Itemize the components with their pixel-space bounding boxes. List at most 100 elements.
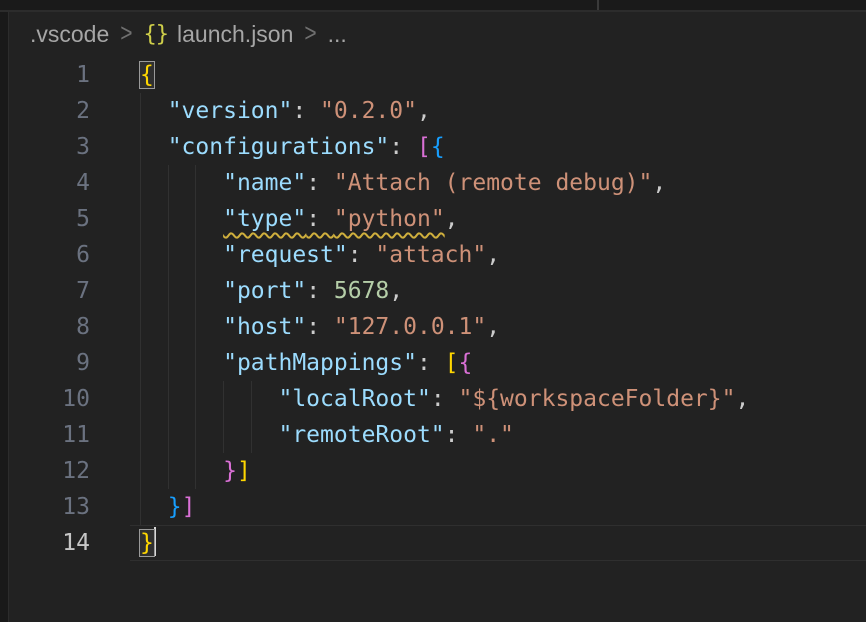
line-number[interactable]: 9 bbox=[10, 345, 90, 381]
line-number[interactable]: 3 bbox=[10, 129, 90, 165]
code-token: { bbox=[459, 350, 473, 376]
code-token bbox=[140, 278, 223, 304]
code-editor[interactable]: 1{2 "version": "0.2.0",3 "configurations… bbox=[10, 57, 866, 561]
breadcrumb-symbol-label: ... bbox=[328, 21, 347, 48]
code-token: : bbox=[417, 350, 445, 376]
code-line-content: "pathMappings": [{ bbox=[130, 345, 866, 381]
sidebar-edge bbox=[0, 12, 9, 622]
code-token: : bbox=[306, 206, 334, 232]
indent-guide bbox=[195, 237, 196, 273]
code-token: "127.0.0.1" bbox=[334, 314, 486, 340]
matched-bracket: } bbox=[140, 530, 154, 556]
code-token: : bbox=[445, 422, 473, 448]
code-token: : bbox=[306, 170, 334, 196]
indent-guide bbox=[251, 417, 252, 453]
breadcrumb-item-file[interactable]: {} launch.json bbox=[144, 21, 294, 48]
code-token: , bbox=[735, 386, 749, 412]
indent-guide bbox=[195, 165, 196, 201]
code-token: "type" bbox=[223, 206, 306, 232]
indent-guide bbox=[168, 237, 169, 273]
code-line: 12 }] bbox=[10, 453, 866, 489]
indent-guide bbox=[140, 165, 141, 201]
code-token: "host" bbox=[223, 314, 306, 340]
code-token: , bbox=[652, 170, 666, 196]
line-number[interactable]: 7 bbox=[10, 273, 90, 309]
code-token: "remoteRoot" bbox=[278, 422, 444, 448]
line-number[interactable]: 1 bbox=[10, 57, 90, 93]
code-token: "request" bbox=[223, 242, 348, 268]
line-number[interactable]: 4 bbox=[10, 165, 90, 201]
code-line-content: "version": "0.2.0", bbox=[130, 93, 866, 129]
breadcrumb-item-folder[interactable]: .vscode bbox=[30, 21, 109, 48]
code-line: 4 "name": "Attach (remote debug)", bbox=[10, 165, 866, 201]
code-line-content: "type": "python", bbox=[130, 201, 866, 237]
code-token bbox=[140, 458, 223, 484]
line-number[interactable]: 8 bbox=[10, 309, 90, 345]
line-number[interactable]: 11 bbox=[10, 417, 90, 453]
code-line: 6 "request": "attach", bbox=[10, 237, 866, 273]
code-line-content: "remoteRoot": "." bbox=[130, 417, 866, 453]
code-token bbox=[140, 314, 223, 340]
code-line: 11 "remoteRoot": "." bbox=[10, 417, 866, 453]
indent-guide bbox=[140, 381, 141, 417]
code-token: 5678 bbox=[334, 278, 389, 304]
indent-guide bbox=[140, 237, 141, 273]
code-line-content: } bbox=[130, 525, 866, 561]
code-token: } bbox=[223, 458, 237, 484]
code-token: ] bbox=[182, 494, 196, 520]
indent-guide bbox=[168, 273, 169, 309]
indent-guide bbox=[223, 417, 224, 453]
indent-guide bbox=[195, 345, 196, 381]
code-token: : bbox=[431, 386, 459, 412]
code-token bbox=[140, 170, 223, 196]
code-line: 8 "host": "127.0.0.1", bbox=[10, 309, 866, 345]
breadcrumb-folder-label: .vscode bbox=[30, 21, 109, 48]
line-number[interactable]: 6 bbox=[10, 237, 90, 273]
code-token: { bbox=[431, 134, 445, 160]
breadcrumb-item-symbol[interactable]: ... bbox=[328, 21, 347, 48]
code-line: 10 "localRoot": "${workspaceFolder}", bbox=[10, 381, 866, 417]
code-line-content: }] bbox=[130, 453, 866, 489]
code-token bbox=[140, 386, 278, 412]
code-token: } bbox=[168, 494, 182, 520]
indent-guide bbox=[140, 489, 141, 525]
indent-guide bbox=[140, 201, 141, 237]
code-token: "pathMappings" bbox=[223, 350, 417, 376]
indent-guide bbox=[251, 381, 252, 417]
code-line: 2 "version": "0.2.0", bbox=[10, 93, 866, 129]
line-number[interactable]: 2 bbox=[10, 93, 90, 129]
indent-guide bbox=[140, 93, 141, 129]
code-token: : bbox=[306, 278, 334, 304]
code-token: "Attach (remote debug)" bbox=[334, 170, 653, 196]
json-braces-icon: {} bbox=[144, 22, 169, 47]
code-token: , bbox=[486, 242, 500, 268]
code-token bbox=[140, 350, 223, 376]
code-line-content: }] bbox=[130, 489, 866, 525]
code-line-content: { bbox=[130, 57, 866, 93]
indent-guide bbox=[168, 165, 169, 201]
indent-guide bbox=[223, 381, 224, 417]
indent-guide bbox=[140, 309, 141, 345]
line-number[interactable]: 14 bbox=[10, 525, 90, 561]
line-number[interactable]: 10 bbox=[10, 381, 90, 417]
line-number[interactable]: 5 bbox=[10, 201, 90, 237]
code-token: : bbox=[306, 314, 334, 340]
code-token: "localRoot" bbox=[278, 386, 430, 412]
indent-guide bbox=[168, 381, 169, 417]
code-line-content: "configurations": [{ bbox=[130, 129, 866, 165]
code-line: 5 "type": "python", bbox=[10, 201, 866, 237]
code-line-content: "request": "attach", bbox=[130, 237, 866, 273]
line-number[interactable]: 13 bbox=[10, 489, 90, 525]
text-cursor bbox=[154, 527, 156, 556]
code-token: "port" bbox=[223, 278, 306, 304]
code-token: , bbox=[445, 206, 459, 232]
indent-guide bbox=[168, 453, 169, 489]
line-number[interactable]: 12 bbox=[10, 453, 90, 489]
code-line: 1{ bbox=[10, 57, 866, 93]
code-token bbox=[140, 422, 278, 448]
indent-guide bbox=[168, 309, 169, 345]
indent-guide bbox=[195, 273, 196, 309]
indent-guide bbox=[140, 417, 141, 453]
code-token: [ bbox=[417, 134, 431, 160]
indent-guide bbox=[140, 129, 141, 165]
